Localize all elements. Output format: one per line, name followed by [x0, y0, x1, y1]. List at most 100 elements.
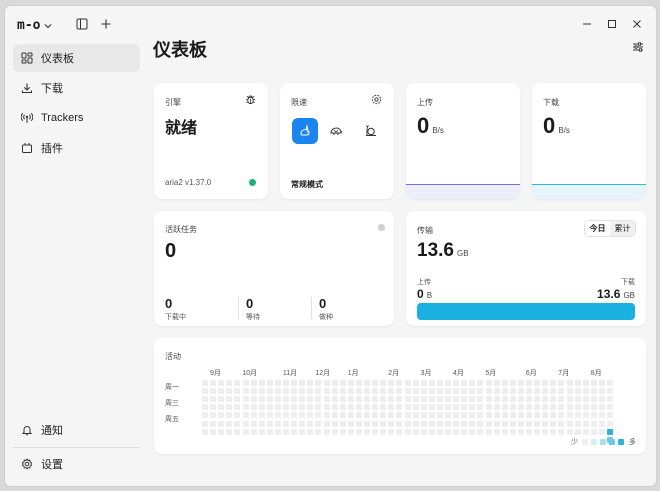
tab-total[interactable]: 累计 — [610, 221, 635, 236]
heatmap-cell[interactable] — [501, 412, 508, 419]
sidebar-item-dashboard[interactable]: 仪表板 — [13, 44, 140, 72]
maximize-icon[interactable] — [607, 19, 617, 29]
heatmap-cell[interactable] — [428, 404, 435, 411]
heatmap-cell[interactable] — [274, 404, 281, 411]
heatmap-cell[interactable] — [291, 412, 298, 419]
heatmap-cell[interactable] — [469, 388, 476, 395]
heatmap-cell[interactable] — [493, 388, 500, 395]
heatmap-cell[interactable] — [258, 404, 265, 411]
heatmap-cell[interactable] — [380, 412, 387, 419]
heatmap-cell[interactable] — [574, 412, 581, 419]
heatmap-cell[interactable] — [428, 388, 435, 395]
heatmap-cell[interactable] — [258, 428, 265, 435]
heatmap-cell[interactable] — [526, 404, 532, 411]
heatmap-cell[interactable] — [218, 428, 225, 435]
heatmap-cell[interactable] — [582, 420, 589, 427]
heatmap-cell[interactable] — [501, 380, 508, 386]
heatmap-cell[interactable] — [250, 388, 257, 395]
heatmap-cell[interactable] — [607, 412, 613, 419]
heatmap-cell[interactable] — [501, 404, 508, 411]
heatmap-cell[interactable] — [396, 420, 403, 427]
heatmap-cell[interactable] — [526, 420, 532, 427]
heatmap-cell[interactable] — [250, 412, 257, 419]
heatmap-cell[interactable] — [234, 380, 241, 386]
heatmap-cell[interactable] — [542, 396, 549, 403]
heatmap-cell[interactable] — [250, 396, 257, 403]
heatmap-cell[interactable] — [558, 420, 565, 427]
minimize-icon[interactable] — [582, 19, 592, 29]
heatmap-cell[interactable] — [364, 428, 370, 435]
heatmap-cell[interactable] — [347, 380, 354, 386]
heatmap-cell[interactable] — [420, 428, 427, 435]
heatmap-cell[interactable] — [315, 380, 322, 386]
heatmap-cell[interactable] — [412, 404, 419, 411]
heatmap-cell[interactable] — [461, 388, 468, 395]
heatmap-cell[interactable] — [307, 396, 314, 403]
heatmap-cell[interactable] — [299, 420, 306, 427]
heatmap-cell[interactable] — [258, 412, 265, 419]
heatmap-cell[interactable] — [526, 396, 532, 403]
heatmap-cell[interactable] — [283, 404, 289, 411]
heatmap-cell[interactable] — [364, 388, 370, 395]
heatmap-cell[interactable] — [534, 428, 541, 435]
heatmap-cell[interactable] — [226, 420, 233, 427]
heatmap-cell[interactable] — [307, 404, 314, 411]
heatmap-cell[interactable] — [542, 412, 549, 419]
heatmap-cell[interactable] — [534, 420, 541, 427]
heatmap-cell[interactable] — [574, 380, 581, 386]
heatmap-cell[interactable] — [558, 388, 565, 395]
heatmap-cell[interactable] — [339, 380, 346, 386]
heatmap-cell[interactable] — [323, 404, 330, 411]
heatmap-cell[interactable] — [598, 420, 605, 427]
heatmap-cell[interactable] — [404, 404, 411, 411]
heatmap-cell[interactable] — [299, 396, 306, 403]
heatmap-cell[interactable] — [331, 380, 338, 386]
heatmap-cell[interactable] — [542, 388, 549, 395]
heatmap-cell[interactable] — [420, 404, 427, 411]
heatmap-cell[interactable] — [436, 412, 443, 419]
speed-mode-custom-button[interactable] — [364, 124, 378, 138]
heatmap-cell[interactable] — [550, 396, 557, 403]
heatmap-cell[interactable] — [372, 428, 379, 435]
heatmap-cell[interactable] — [323, 396, 330, 403]
heatmap-cell[interactable] — [258, 380, 265, 386]
heatmap-cell[interactable] — [469, 428, 476, 435]
heatmap-cell[interactable] — [590, 380, 597, 386]
heatmap-cell[interactable] — [420, 388, 427, 395]
heatmap-cell[interactable] — [404, 428, 411, 435]
heatmap-cell[interactable] — [436, 420, 443, 427]
heatmap-cell[interactable] — [453, 412, 460, 419]
heatmap-cell[interactable] — [501, 420, 508, 427]
heatmap-cell[interactable] — [242, 412, 249, 419]
heatmap-cell[interactable] — [234, 420, 241, 427]
new-task-icon[interactable] — [100, 18, 112, 30]
heatmap-cell[interactable] — [274, 428, 281, 435]
heatmap-cell[interactable] — [283, 420, 289, 427]
heatmap-cell[interactable] — [210, 388, 217, 395]
heatmap-cell[interactable] — [509, 396, 516, 403]
heatmap-cell[interactable] — [477, 388, 484, 395]
heatmap-cell[interactable] — [396, 380, 403, 386]
heatmap-cell[interactable] — [590, 404, 597, 411]
heatmap-cell[interactable] — [453, 388, 460, 395]
heatmap-cell[interactable] — [372, 412, 379, 419]
heatmap-cell[interactable] — [364, 420, 370, 427]
heatmap-cell[interactable] — [242, 420, 249, 427]
heatmap-cell[interactable] — [226, 412, 233, 419]
heatmap-cell[interactable] — [412, 428, 419, 435]
heatmap-cell[interactable] — [347, 412, 354, 419]
heatmap-cell[interactable] — [315, 396, 322, 403]
heatmap-cell[interactable] — [469, 396, 476, 403]
heatmap-cell[interactable] — [461, 396, 468, 403]
heatmap-cell[interactable] — [453, 396, 460, 403]
heatmap-cell[interactable] — [218, 420, 225, 427]
heatmap-cell[interactable] — [607, 388, 613, 395]
speed-limit-settings-icon[interactable] — [371, 94, 382, 105]
heatmap-cell[interactable] — [590, 420, 597, 427]
heatmap-cell[interactable] — [372, 380, 379, 386]
heatmap-cell[interactable] — [517, 396, 524, 403]
heatmap-cell[interactable] — [428, 428, 435, 435]
heatmap-cell[interactable] — [202, 380, 208, 386]
heatmap-cell[interactable] — [517, 388, 524, 395]
heatmap-cell[interactable] — [550, 412, 557, 419]
